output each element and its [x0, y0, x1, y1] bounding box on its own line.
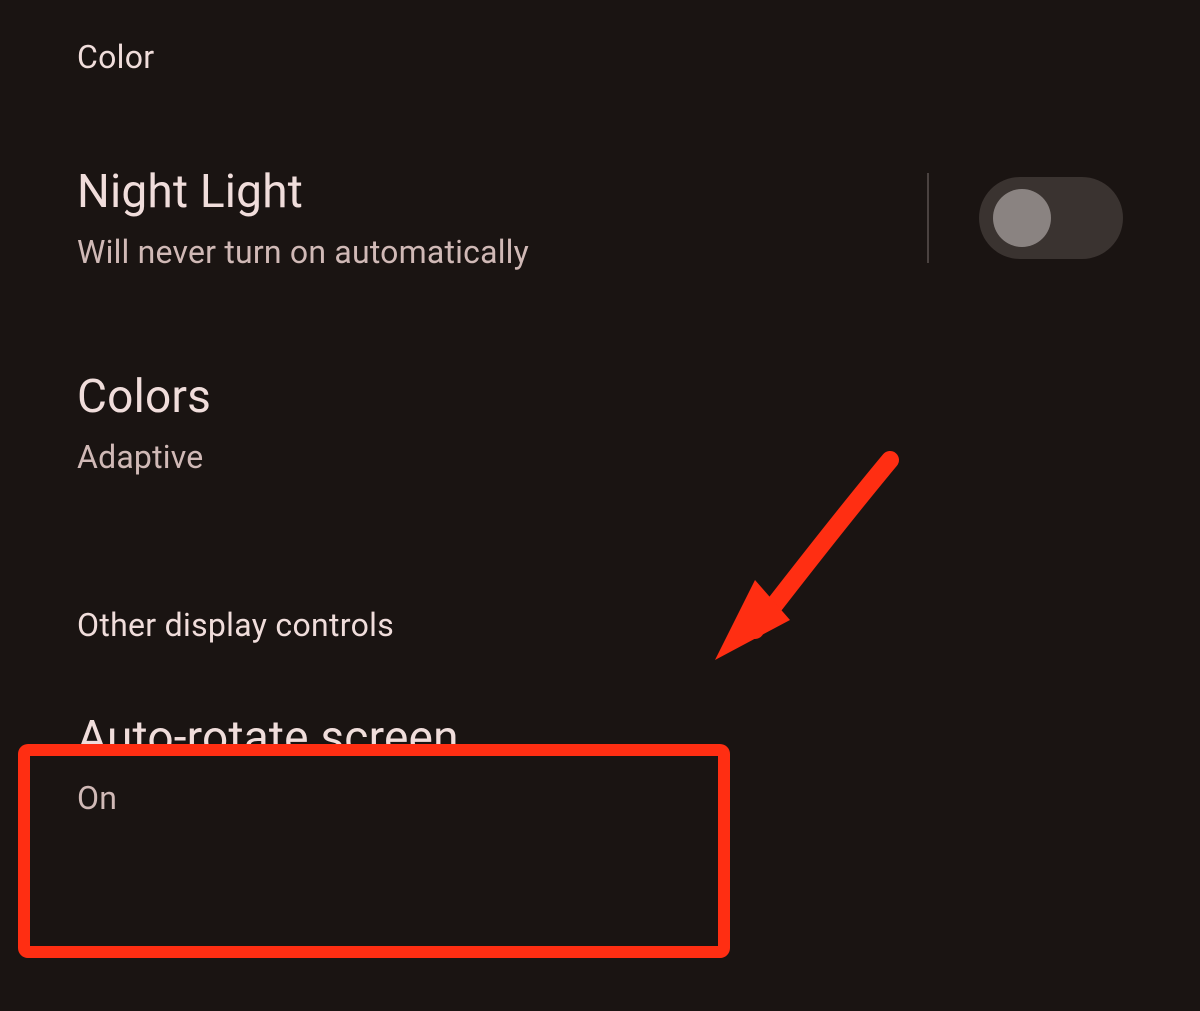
setting-night-light-title: Night Light	[77, 166, 927, 219]
setting-colors-subtitle: Adaptive	[77, 438, 1123, 476]
setting-night-light-subtitle: Will never turn on automatically	[77, 233, 927, 271]
setting-night-light-text: Night Light Will never turn on automatic…	[77, 166, 927, 271]
setting-auto-rotate-title: Auto-rotate screen	[77, 712, 1123, 765]
toggle-knob-icon	[993, 189, 1051, 247]
setting-colors-title: Colors	[77, 371, 1123, 424]
night-light-toggle-container	[927, 173, 1123, 263]
section-header-other-display: Other display controls	[0, 606, 1200, 644]
setting-auto-rotate-subtitle: On	[77, 779, 1123, 817]
setting-auto-rotate[interactable]: Auto-rotate screen On	[0, 712, 1200, 817]
settings-display-section: Color Night Light Will never turn on aut…	[0, 0, 1200, 817]
setting-colors[interactable]: Colors Adaptive	[0, 371, 1200, 476]
setting-night-light[interactable]: Night Light Will never turn on automatic…	[0, 166, 1200, 271]
divider-vertical	[927, 173, 929, 263]
section-header-color: Color	[0, 0, 1200, 76]
night-light-toggle[interactable]	[979, 177, 1123, 259]
